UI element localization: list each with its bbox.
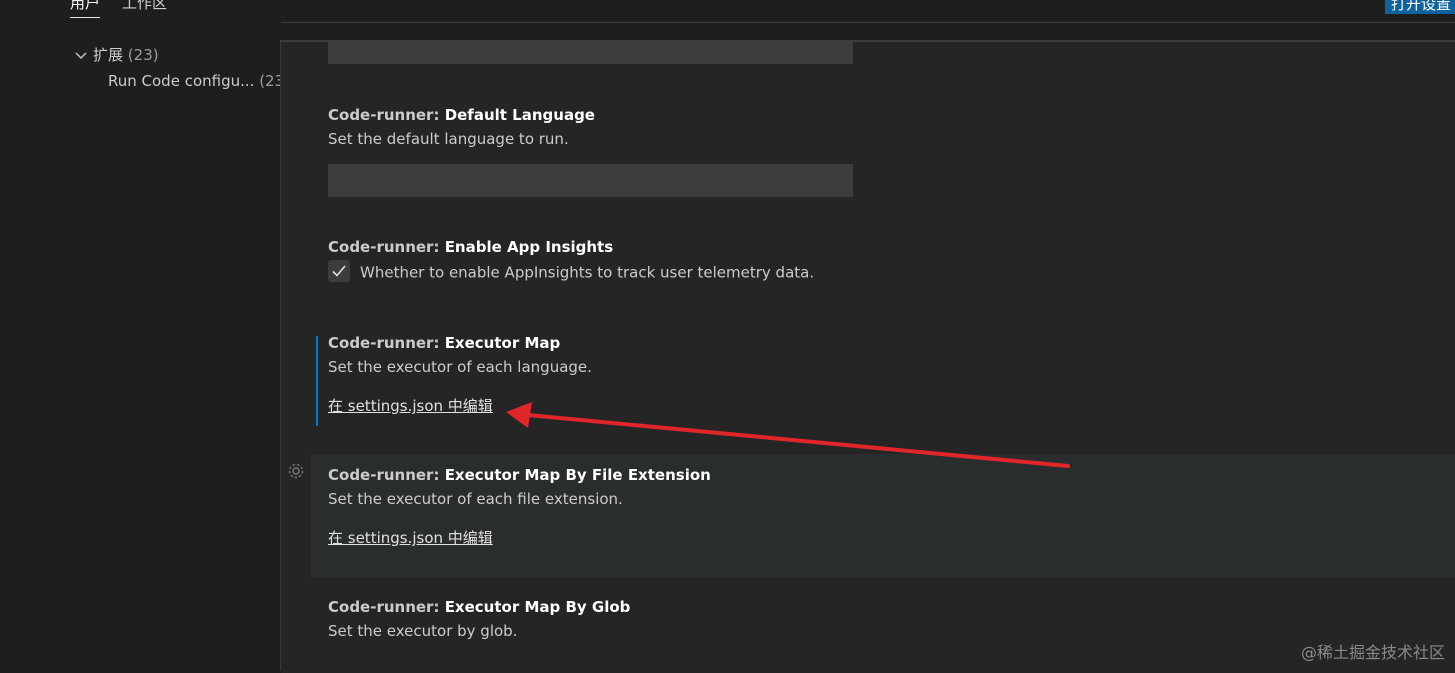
watermark: @稀土掘金技术社区 [1301, 639, 1445, 663]
toc-extensions-count: (23) [128, 46, 159, 64]
setting-description: Set the executor by glob. [328, 622, 1228, 640]
toc-item-run-code[interactable]: Run Code configu... (23) [108, 72, 290, 90]
toc-item-extensions[interactable]: 扩展 (23) [75, 44, 159, 65]
setting-title: Code-runner: Enable App Insights [328, 238, 1228, 256]
edit-in-settings-json-link[interactable]: 在 settings.json 中编辑 [328, 527, 493, 548]
chevron-down-icon [75, 49, 93, 64]
settings-scope-tabs: 用户 工作区 打开设置 [0, 0, 1455, 23]
setting-description: Whether to enable AppInsights to track u… [360, 264, 814, 282]
check-icon [331, 263, 347, 279]
settings-toc: 扩展 (23) Run Code configu... (23) [0, 22, 281, 671]
setting-name: Executor Map [445, 334, 561, 352]
setting-description-row: Whether to enable AppInsights to track u… [328, 262, 1228, 284]
tab-user[interactable]: 用户 [70, 0, 100, 18]
setting-category: Code-runner: [328, 238, 445, 256]
setting-title: Code-runner: Executor Map [328, 334, 1228, 352]
setting-title: Code-runner: Executor Map By File Extens… [328, 466, 1228, 484]
setting-name: Default Language [445, 106, 595, 124]
enable-app-insights-checkbox[interactable] [328, 260, 350, 282]
setting-name: Executor Map By Glob [445, 598, 631, 616]
focus-indicator [316, 336, 318, 426]
settings-list: Code-runner: Default Language Set the de… [281, 40, 1455, 673]
previous-setting-input[interactable] [328, 40, 853, 64]
setting-name: Executor Map By File Extension [445, 466, 711, 484]
setting-default-language: Code-runner: Default Language Set the de… [328, 106, 1228, 148]
toc-run-code-label: Run Code configu... [108, 72, 254, 90]
setting-enable-app-insights: Code-runner: Enable App Insights Whether… [328, 238, 1228, 284]
default-language-input[interactable] [328, 164, 853, 197]
setting-description: Set the default language to run. [328, 130, 1228, 148]
edit-in-settings-json-link[interactable]: 在 settings.json 中编辑 [328, 395, 493, 416]
setting-executor-map-by-glob: Code-runner: Executor Map By Glob Set th… [328, 598, 1228, 640]
setting-category: Code-runner: [328, 598, 445, 616]
setting-description: Set the executor of each file extension. [328, 490, 1228, 508]
gear-icon[interactable] [287, 462, 305, 484]
setting-name: Enable App Insights [445, 238, 613, 256]
setting-category: Code-runner: [328, 106, 445, 124]
toc-extensions-label: 扩展 [93, 46, 123, 64]
setting-title: Code-runner: Default Language [328, 106, 1228, 124]
open-settings-json-button[interactable]: 打开设置 [1385, 0, 1455, 14]
setting-executor-map: Code-runner: Executor Map Set the execut… [328, 334, 1228, 416]
setting-category: Code-runner: [328, 334, 445, 352]
tab-workspace[interactable]: 工作区 [122, 0, 167, 13]
setting-category: Code-runner: [328, 466, 445, 484]
setting-title: Code-runner: Executor Map By Glob [328, 598, 1228, 616]
setting-executor-map-by-file-extension: Code-runner: Executor Map By File Extens… [328, 466, 1228, 548]
setting-description: Set the executor of each language. [328, 358, 1228, 376]
